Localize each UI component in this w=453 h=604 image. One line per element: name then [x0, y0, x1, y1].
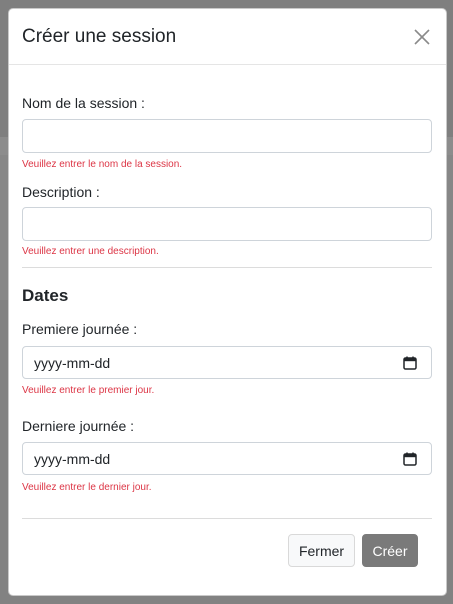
last-day-error: Veuillez entrer le dernier jour.: [22, 482, 152, 493]
session-name-label: Nom de la session :: [22, 95, 145, 111]
first-day-date-input[interactable]: yyyy-mm-dd: [22, 346, 432, 379]
calendar-icon[interactable]: [403, 452, 417, 466]
modal-header: Créer une session: [9, 9, 446, 65]
first-day-error: Veuillez entrer le premier jour.: [22, 385, 155, 396]
first-day-label: Premiere journée :: [22, 321, 138, 337]
section-divider: [22, 267, 432, 268]
last-day-date-input[interactable]: yyyy-mm-dd: [22, 442, 432, 475]
create-button[interactable]: Créer: [362, 534, 418, 567]
last-day-label: Derniere journée :: [22, 418, 135, 434]
dates-section-title: Dates: [22, 286, 69, 305]
session-name-input[interactable]: [22, 119, 432, 153]
description-error: Veuillez entrer une description.: [22, 246, 159, 257]
close-button[interactable]: Fermer: [288, 534, 355, 567]
modal-close-button[interactable]: [412, 27, 432, 47]
calendar-icon[interactable]: [403, 356, 417, 370]
close-icon: [414, 28, 430, 45]
create-session-modal: Créer une session Nom de la session : Ve…: [8, 8, 447, 596]
modal-title: Créer une session: [22, 25, 177, 47]
description-input[interactable]: [22, 207, 432, 241]
first-day-date-value: yyyy-mm-dd: [34, 354, 111, 371]
last-day-date-value: yyyy-mm-dd: [34, 450, 111, 467]
footer-divider: [22, 518, 432, 519]
description-label: Description :: [22, 184, 100, 200]
session-name-error: Veuillez entrer le nom de la session.: [22, 159, 183, 170]
